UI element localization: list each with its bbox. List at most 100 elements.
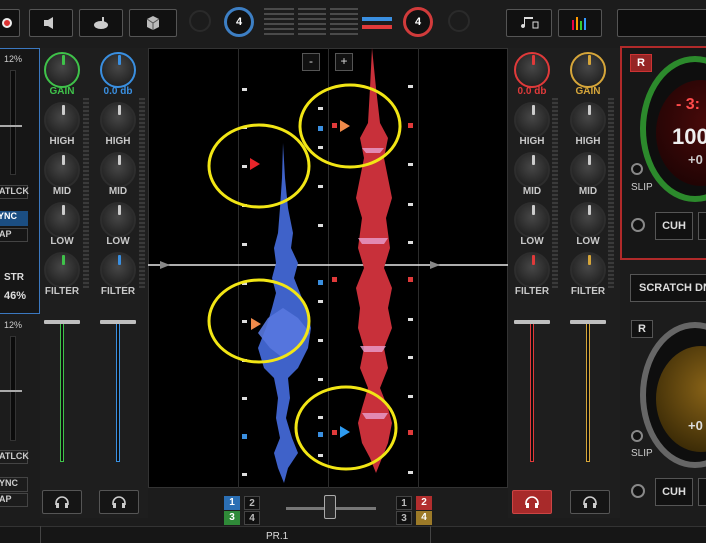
crossfader-handle[interactable] xyxy=(324,495,336,519)
sync-button[interactable]: YNC xyxy=(0,211,28,226)
ch2-volume-fader-track[interactable] xyxy=(116,322,120,462)
ch3-volume-fader-track[interactable] xyxy=(530,322,534,462)
ch1-high-label: HIGH xyxy=(49,136,75,147)
ch2-volume-fader-cap[interactable] xyxy=(100,320,136,324)
left-deck-selector: 1 2 3 4 xyxy=(224,496,264,525)
ch2-gain-knob[interactable] xyxy=(100,52,136,88)
top-right-display xyxy=(617,9,706,37)
keylock-label: ATLCK xyxy=(0,186,29,196)
play-button-right[interactable] xyxy=(698,212,706,240)
ch3-high-knob[interactable] xyxy=(514,102,550,138)
playhead-arrow-left xyxy=(160,261,170,269)
play-button-right-2[interactable] xyxy=(698,478,706,506)
ch3-filter-knob[interactable] xyxy=(514,252,550,288)
ch3-low-knob[interactable] xyxy=(514,202,550,238)
ch2-mid-label: MID xyxy=(108,186,128,197)
hotcue-orange-triangle-right xyxy=(340,120,350,132)
hotcue-blue-triangle xyxy=(340,426,350,438)
loop-counter-left[interactable]: 4 xyxy=(224,7,254,37)
deck-select-r4[interactable]: 4 xyxy=(416,511,432,525)
ch1-high-knob[interactable] xyxy=(44,102,80,138)
red-waveform xyxy=(356,48,392,473)
ch2-low-label: LOW xyxy=(106,236,130,247)
ch3-mid-knob[interactable] xyxy=(514,152,550,188)
slip-toggle-2[interactable] xyxy=(631,430,643,442)
pitch-slider-top[interactable] xyxy=(10,70,16,175)
deck-select-2[interactable]: 2 xyxy=(244,496,260,510)
pitch-slider-tick xyxy=(0,125,22,127)
keylock-button[interactable]: ATLCK xyxy=(0,185,29,199)
loop-button-right-2[interactable] xyxy=(631,484,645,498)
ch2-filter-knob[interactable] xyxy=(100,252,136,288)
level-meter-left xyxy=(264,8,294,38)
sampler-box-button[interactable] xyxy=(129,9,177,37)
slip-label-2: SLIP xyxy=(631,448,653,459)
browser-label: PR.1 xyxy=(266,531,289,542)
ch3-gain-knob[interactable] xyxy=(514,52,550,88)
record-button-right-2[interactable]: R xyxy=(631,320,653,338)
ch1-filter-knob[interactable] xyxy=(44,252,80,288)
scratch-dna-label: SCRATCH DNA xyxy=(639,282,706,294)
ch2-low-knob[interactable] xyxy=(100,202,136,238)
deck-select-r3[interactable]: 3 xyxy=(396,511,412,525)
deck-select-1[interactable]: 1 xyxy=(224,496,240,510)
ch1-low-knob[interactable] xyxy=(44,202,80,238)
time-remaining: - 3: xyxy=(676,96,700,113)
ch4-filter-knob[interactable] xyxy=(570,252,606,288)
loop-counter-right[interactable]: 4 xyxy=(403,7,433,37)
turntable-icon xyxy=(94,17,108,29)
ch4-high-knob[interactable] xyxy=(570,102,606,138)
ch4-volume-fader-track[interactable] xyxy=(586,322,590,462)
ch4-low-knob[interactable] xyxy=(570,202,606,238)
keylock-button-2[interactable]: ATLCK xyxy=(0,450,29,464)
speaker-button[interactable] xyxy=(29,9,73,37)
ch4-mid-knob[interactable] xyxy=(570,152,606,188)
music-library-button[interactable] xyxy=(506,9,552,37)
ch1-headphone-button[interactable] xyxy=(42,490,82,514)
ch3-volume-fader-cap[interactable] xyxy=(514,320,550,324)
slip-toggle[interactable] xyxy=(631,163,643,175)
ch2-gain-label: 0.0 db xyxy=(103,86,133,97)
deck-select-r2[interactable]: 2 xyxy=(416,496,432,510)
record-deck-button[interactable] xyxy=(79,9,123,37)
ch1-mid-knob[interactable] xyxy=(44,152,80,188)
tap-button-2[interactable]: AP xyxy=(0,493,28,507)
ch4-level-meter xyxy=(608,98,614,288)
ch1-volume-fader-cap[interactable] xyxy=(44,320,80,324)
deck-select-4[interactable]: 4 xyxy=(244,511,260,525)
bottom-browser-bar xyxy=(0,526,706,543)
loop-button-right[interactable] xyxy=(631,218,645,232)
record-button-right[interactable]: R xyxy=(630,54,652,72)
ch4-headphone-button[interactable] xyxy=(570,490,610,514)
deck-select-3[interactable]: 3 xyxy=(224,511,240,525)
ch2-high-knob[interactable] xyxy=(100,102,136,138)
cue-button-right[interactable]: CUH xyxy=(655,212,693,240)
ch2-headphone-button[interactable] xyxy=(99,490,139,514)
ch1-volume-fader-track[interactable] xyxy=(60,322,64,462)
pitch-range-bottom: 12% xyxy=(4,320,23,330)
scratch-dna-button[interactable]: SCRATCH DNA xyxy=(630,274,706,302)
ch1-gain-knob[interactable] xyxy=(44,52,80,88)
mixer-view-button[interactable] xyxy=(558,9,602,37)
sync-button-2[interactable]: YNC xyxy=(0,477,28,492)
speaker-icon xyxy=(44,17,53,29)
equalizer-icon xyxy=(572,17,586,30)
browser-divider-1 xyxy=(40,526,41,543)
right-deck-selector: 1 2 3 4 xyxy=(396,496,436,525)
ch2-mid-knob[interactable] xyxy=(100,152,136,188)
tap-button[interactable]: AP xyxy=(0,228,28,242)
ch1-low-label: LOW xyxy=(50,236,74,247)
ch4-volume-fader-cap[interactable] xyxy=(570,320,606,324)
ch4-gain-knob[interactable] xyxy=(570,52,606,88)
ch3-gain-label: 0.0 db xyxy=(517,86,547,97)
pitch-slider-bottom[interactable] xyxy=(10,336,16,441)
deck-color-indicator xyxy=(362,13,392,33)
sync-label: YNC xyxy=(0,211,18,221)
ch3-headphone-button[interactable] xyxy=(512,490,552,514)
record-button[interactable] xyxy=(0,9,20,37)
record-icon xyxy=(2,18,12,28)
headphone-icon xyxy=(583,496,597,508)
cue-button-right-2[interactable]: CUH xyxy=(655,478,693,506)
deck-select-r1[interactable]: 1 xyxy=(396,496,412,510)
slip-label: SLIP xyxy=(631,182,653,193)
